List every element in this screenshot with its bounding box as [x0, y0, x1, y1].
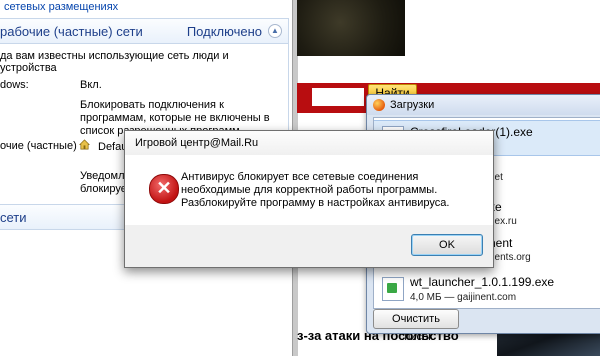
ok-button[interactable]: OK	[411, 234, 483, 256]
download-name: wt_launcher_1.0.1.199.exe	[410, 275, 555, 289]
network-locations-link[interactable]: сетевых размещениях	[4, 1, 118, 13]
dialog-title: Игровой центр@Mail.Ru	[125, 131, 493, 155]
private-network-header[interactable]: рабочие (частные) сети Подключено ▲	[0, 19, 288, 44]
private-network-title: рабочие (частные) сети	[0, 23, 143, 39]
error-dialog: Игровой центр@Mail.Ru ✕ Антивирус блокир…	[124, 130, 494, 268]
clear-list-button[interactable]: Очистить список	[373, 309, 459, 343]
active-network-value: Defau	[98, 141, 128, 153]
file-icon	[382, 277, 404, 301]
firewall-state-value: Вкл.	[80, 79, 102, 91]
notification-state-value: Уведомлят блокирует	[80, 170, 136, 195]
private-network-description: да вам известны использующие сеть люди и…	[0, 50, 229, 74]
download-meta: nents.org	[489, 252, 531, 263]
dialog-message: Антивирус блокирует все сетевые соединен…	[181, 171, 450, 209]
active-networks-label: очие (частные)	[0, 140, 77, 152]
public-network-title: сети	[0, 209, 27, 225]
network-icon	[79, 139, 90, 150]
site-search-input[interactable]	[312, 88, 364, 106]
collapse-icon[interactable]: ▲	[268, 24, 282, 38]
firefox-icon	[373, 99, 385, 111]
downloads-titlebar[interactable]: Загрузки	[367, 95, 600, 115]
background-photo	[297, 0, 405, 56]
download-meta: 4,0 МБ — gaijinent.com	[410, 292, 517, 303]
dialog-footer: OK	[125, 225, 493, 267]
error-icon: ✕	[149, 174, 179, 204]
firewall-state-label: dows:	[0, 79, 29, 91]
download-item[interactable]: wt_launcher_1.0.1.199.exe 4,0 МБ — gaiji…	[374, 270, 600, 308]
dialog-body: ✕ Антивирус блокирует все сетевые соедин…	[125, 155, 493, 225]
downloads-title: Загрузки	[390, 99, 435, 111]
connection-status: Подключено	[186, 23, 262, 39]
